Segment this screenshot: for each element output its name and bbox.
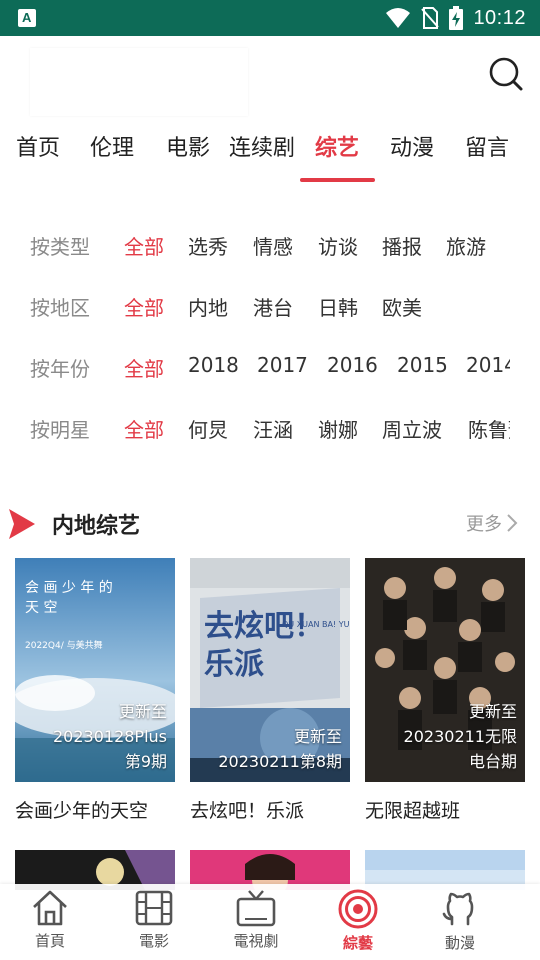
active-tab-indicator: [300, 178, 375, 182]
section-header: 内地综艺 更多: [0, 500, 540, 548]
filter-label: 按明星: [30, 418, 90, 442]
poster-image: 会 画 少 年 的 天 空 2022Q4/ 与美共舞 更新至 20230128P…: [15, 558, 175, 782]
category-tabs: 首页 伦理 电影 连续剧 综艺 动漫 留言: [0, 124, 540, 188]
no-sim-icon: [421, 7, 440, 29]
update-label: 更新至: [468, 702, 517, 721]
poster-image: 更新至 20230211无限 电台期: [365, 558, 525, 782]
filter-option[interactable]: 全部: [124, 292, 164, 321]
chevron-right-icon: [507, 514, 518, 532]
poster-subtitle: 2022Q4/ 与美共舞: [25, 641, 103, 651]
update-value: 20230211第8期: [218, 752, 342, 771]
episode-label: 第9期: [124, 752, 167, 771]
filter-option[interactable]: 何炅: [188, 414, 228, 443]
search-icon: [489, 57, 523, 91]
filter-option[interactable]: 2015: [397, 353, 448, 377]
update-label: 更新至: [118, 702, 167, 721]
home-icon: [33, 890, 67, 926]
filter-option[interactable]: 情感: [253, 231, 293, 260]
update-overlay: 更新至 20230128Plus 第9期: [53, 699, 167, 774]
filter-option[interactable]: 选秀: [188, 231, 228, 260]
filter-option[interactable]: 2017: [257, 353, 308, 377]
section-title: 内地综艺: [52, 514, 141, 539]
filter-option[interactable]: 谢娜: [318, 414, 358, 443]
filter-option[interactable]: 旅游: [446, 231, 486, 260]
filter-row-type: 按类型 全部 选秀 情感 访谈 播报 旅游: [0, 223, 540, 263]
nav-label: 動漫: [444, 934, 475, 952]
filter-option[interactable]: 全部: [124, 231, 164, 260]
battery-charging-icon: [449, 6, 464, 30]
search-button[interactable]: [486, 54, 526, 94]
tab-anime[interactable]: 动漫: [390, 130, 434, 162]
tab-movies[interactable]: 电影: [166, 130, 210, 162]
nav-label: 首頁: [34, 932, 65, 950]
filter-label: 按年份: [30, 357, 90, 381]
octocat-icon: [442, 892, 474, 926]
filter-label: 按类型: [30, 235, 90, 259]
tv-icon: [236, 890, 276, 927]
filter-option[interactable]: 陈鲁豫: [468, 414, 510, 443]
card-title: 去炫吧！乐派: [190, 800, 305, 822]
nav-label: 電視劇: [233, 932, 279, 950]
tab-ethics[interactable]: 伦理: [90, 130, 134, 162]
show-card[interactable]: 去炫吧！ 乐派 QU XUAN BA! YUE PAI 更新至 20230211…: [190, 558, 350, 828]
more-link[interactable]: 更多: [466, 510, 518, 536]
poster-image: 去炫吧！ 乐派 QU XUAN BA! YUE PAI 更新至 20230211…: [190, 558, 350, 782]
status-bar: A 10:12: [0, 0, 540, 36]
filter-option[interactable]: 全部: [124, 414, 164, 443]
filter-row-year: 按年份 全部 2018 2017 2016 2015 2014: [0, 345, 540, 385]
bottom-navigation: 首頁 電影 電視劇 綜藝 動漫: [0, 884, 540, 960]
wifi-icon: [386, 8, 411, 28]
poster-title-text: 会 画 少 年 的 天 空: [25, 580, 113, 616]
tab-messages[interactable]: 留言: [465, 130, 509, 162]
filter-option[interactable]: 2018: [188, 353, 239, 377]
nav-anime[interactable]: 動漫: [420, 888, 500, 958]
show-card[interactable]: 会 画 少 年 的 天 空 2022Q4/ 与美共舞 更新至 20230128P…: [15, 558, 175, 828]
clock: 10:12: [473, 6, 526, 29]
app-logo: [30, 48, 248, 116]
filter-row-region: 按地区 全部 内地 港台 日韩 欧美: [0, 284, 540, 324]
tab-series[interactable]: 连续剧: [229, 130, 295, 162]
app-header: [0, 36, 540, 124]
card-title: 无限超越班: [365, 800, 461, 822]
notification-app-icon: A: [18, 9, 36, 27]
filter-option[interactable]: 全部: [124, 353, 164, 382]
filter-option[interactable]: 2014: [466, 353, 510, 377]
filter-option[interactable]: 港台: [253, 292, 293, 321]
poster-subtitle: QU XUAN BA! YUE PAI: [282, 620, 350, 629]
tab-home[interactable]: 首页: [16, 130, 60, 162]
update-label: 更新至: [293, 727, 342, 746]
filter-panel: 按类型 全部 选秀 情感 访谈 播报 旅游 按地区 全部 内地 港台 日韩 欧美…: [0, 210, 540, 460]
more-label: 更多: [466, 514, 502, 535]
filter-option[interactable]: 汪涵: [253, 414, 293, 443]
play-triangle-icon: [9, 509, 35, 539]
film-icon: [135, 890, 173, 926]
filter-label: 按地区: [30, 296, 90, 320]
filter-option[interactable]: 欧美: [382, 292, 422, 321]
target-icon: [338, 889, 378, 929]
filter-option[interactable]: 周立波: [382, 414, 442, 443]
update-overlay: 更新至 20230211第8期: [218, 724, 342, 774]
filter-option[interactable]: 访谈: [318, 231, 358, 260]
filter-option[interactable]: 日韩: [318, 292, 358, 321]
nav-movies[interactable]: 電影: [114, 888, 194, 958]
episode-label: 电台期: [468, 752, 517, 771]
filter-option[interactable]: 内地: [188, 292, 228, 321]
update-value: 20230128Plus: [52, 727, 167, 746]
filter-row-star: 按明星 全部 何炅 汪涵 谢娜 周立波 陈鲁豫: [0, 406, 540, 446]
filter-option[interactable]: 2016: [327, 353, 378, 377]
card-title: 会画少年的天空: [15, 800, 149, 822]
update-value: 20230211无限: [403, 727, 517, 746]
nav-home[interactable]: 首頁: [10, 888, 90, 958]
nav-variety[interactable]: 綜藝: [318, 888, 398, 958]
show-card[interactable]: 更新至 20230211无限 电台期 无限超越班: [365, 558, 525, 828]
filter-option[interactable]: 播报: [382, 231, 422, 260]
nav-label: 綜藝: [342, 934, 373, 952]
tab-variety[interactable]: 综艺: [315, 130, 359, 162]
update-overlay: 更新至 20230211无限 电台期: [404, 699, 517, 774]
nav-label: 電影: [138, 932, 169, 950]
nav-tv[interactable]: 電視劇: [216, 888, 296, 958]
